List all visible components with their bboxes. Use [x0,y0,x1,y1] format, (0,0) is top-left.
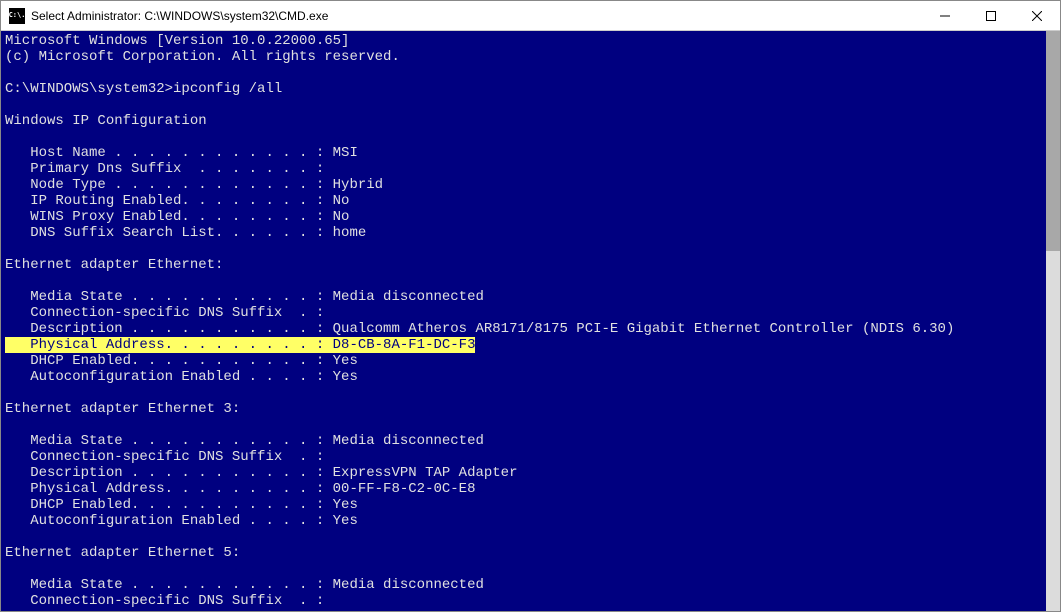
adapter-heading: Ethernet adapter Ethernet 3: [5,401,240,417]
output-line: Host Name . . . . . . . . . . . . : MSI [5,145,358,161]
section-heading: Windows IP Configuration [5,113,207,129]
output-line: Description . . . . . . . . . . . : Qual… [5,321,954,337]
cmd-icon: C:\. [9,8,25,24]
output-line: WINS Proxy Enabled. . . . . . . . : No [5,209,349,225]
output-line: Description . . . . . . . . . . . : Expr… [5,465,517,481]
output-line: (c) Microsoft Corporation. All rights re… [5,49,400,65]
prompt-command: ipconfig /all [173,81,282,97]
cmd-window: C:\. Select Administrator: C:\WINDOWS\sy… [0,0,1061,612]
output-line: Autoconfiguration Enabled . . . . : Yes [5,369,358,385]
window-title: Select Administrator: C:\WINDOWS\system3… [31,9,922,23]
scrollbar-thumb[interactable] [1046,31,1060,251]
output-line: Connection-specific DNS Suffix . : [5,305,324,321]
output-line: Microsoft Windows [Version 10.0.22000.65… [5,33,349,49]
output-line: Media State . . . . . . . . . . . : Medi… [5,289,484,305]
highlighted-physical-address: Physical Address. . . . . . . . . : D8-C… [5,337,475,353]
terminal-wrapper: Microsoft Windows [Version 10.0.22000.65… [1,31,1060,611]
adapter-heading: Ethernet adapter Ethernet: [5,257,223,273]
output-line: Connection-specific DNS Suffix . : [5,449,324,465]
output-line: IP Routing Enabled. . . . . . . . : No [5,193,349,209]
output-line: Autoconfiguration Enabled . . . . : Yes [5,513,358,529]
output-line: DNS Suffix Search List. . . . . . : home [5,225,366,241]
output-line: Primary Dns Suffix . . . . . . . : [5,161,324,177]
output-line: Media State . . . . . . . . . . . : Medi… [5,577,484,593]
output-line: Node Type . . . . . . . . . . . . : Hybr… [5,177,383,193]
window-controls [922,1,1060,30]
scrollbar-track[interactable] [1046,31,1060,611]
output-line: Physical Address. . . . . . . . . : 00-F… [5,481,475,497]
output-line: Connection-specific DNS Suffix . : [5,593,324,609]
maximize-button[interactable] [968,1,1014,30]
close-button[interactable] [1014,1,1060,30]
prompt-prefix: C:\WINDOWS\system32> [5,81,173,97]
output-line: Media State . . . . . . . . . . . : Medi… [5,433,484,449]
terminal[interactable]: Microsoft Windows [Version 10.0.22000.65… [1,31,1046,611]
minimize-button[interactable] [922,1,968,30]
titlebar[interactable]: C:\. Select Administrator: C:\WINDOWS\sy… [1,1,1060,31]
output-line: DHCP Enabled. . . . . . . . . . . : Yes [5,353,358,369]
adapter-heading: Ethernet adapter Ethernet 5: [5,545,240,561]
output-line: DHCP Enabled. . . . . . . . . . . : Yes [5,497,358,513]
